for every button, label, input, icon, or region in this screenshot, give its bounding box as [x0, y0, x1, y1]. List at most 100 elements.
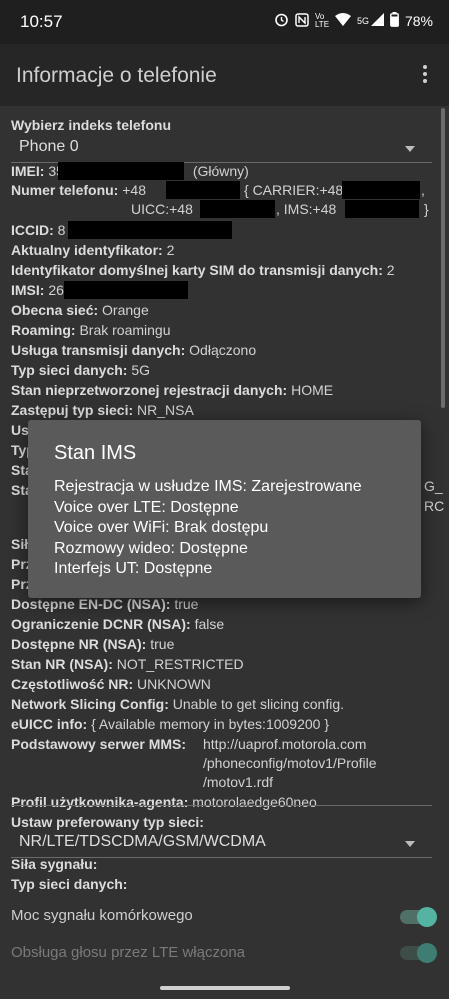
override-network-value: NR_NSA: [137, 402, 194, 418]
status-time: 10:57: [20, 12, 63, 31]
default-data-sim-value: 2: [386, 262, 395, 278]
current-network-row: Obecna sieć: Orange: [11, 302, 149, 318]
overflow-menu-icon[interactable]: [413, 62, 437, 90]
partial-row: Us: [11, 422, 29, 438]
dialog-title: Stan IMS: [54, 442, 137, 464]
phone-index-spinner[interactable]: Phone 0: [19, 138, 79, 156]
signal-strength-label: Siła sygnału:: [11, 856, 98, 872]
imei-suffix: (Główny): [192, 163, 249, 179]
page-title: Informacje o telefonie: [16, 64, 217, 87]
signal-power-toggle-label: Moc sygnału komórkowego: [11, 907, 193, 924]
nr-state-value: NOT_RESTRICTED: [116, 656, 244, 672]
mms-server-row: Podstawowy serwer MMS:: [11, 736, 186, 752]
roaming-row: Roaming: Brak roamingu: [11, 322, 171, 338]
data-service-value: Odłączono: [189, 342, 257, 358]
status-bar: 10:57 Vo LTE 5G 78%: [0, 0, 449, 44]
nfc-icon: [295, 12, 309, 30]
endc-row: Dostępne EN-DC (NSA): true: [11, 596, 198, 612]
redaction-bar: [345, 200, 419, 218]
nr-state-row: Stan NR (NSA): NOT_RESTRICTED: [11, 656, 244, 672]
active-id-row: Aktualny identyfikator: 2: [11, 242, 174, 258]
wifi-icon: [334, 13, 351, 29]
dialog-line: Interfejs UT: Dostępne: [54, 560, 213, 577]
nr-available-label: Dostępne NR (NSA):: [11, 636, 147, 652]
mms-server-label: Podstawowy serwer MMS:: [11, 736, 187, 752]
dialog-line: Voice over WiFi: Brak dostępu: [54, 519, 269, 536]
partial-right: G_: [424, 478, 443, 494]
iccid-row: ICCID: 8: [11, 222, 65, 238]
preferred-network-label: Ustaw preferowany typ sieci:: [11, 814, 204, 830]
nr-freq-value: UNKNOWN: [137, 676, 211, 692]
status-icons: Vo LTE 5G 78%: [274, 12, 433, 30]
ims-status-dialog: Stan IMS Rejestracja w usłudze IMS: Zare…: [28, 420, 421, 598]
volte-toggle[interactable]: [400, 943, 437, 963]
app-bar: Informacje o telefonie: [0, 44, 449, 106]
volte-icon: Vo LTE: [314, 12, 330, 29]
roaming-value: Brak roamingu: [79, 322, 171, 338]
user-agent-value: motorolaedge60neo: [192, 794, 317, 810]
phone-number-row: Numer telefonu: +48: [11, 182, 146, 198]
raw-data-reg-value: HOME: [291, 382, 334, 398]
redaction-bar: [58, 162, 184, 180]
network-slicing-row: Network Slicing Config: Unable to get sl…: [11, 696, 344, 712]
iccid-prefix: 8: [57, 222, 66, 238]
mms-server-line: /phoneconfig/motov1/Profile: [203, 755, 377, 771]
network-slicing-value: Unable to get slicing config.: [172, 696, 344, 712]
euicc-label: eUICC info:: [11, 716, 88, 732]
active-id-value: 2: [166, 242, 175, 258]
carrier-number-end: ,: [421, 182, 425, 198]
signal-power-toggle[interactable]: [400, 907, 437, 927]
imsi-row: IMSI: 26: [11, 282, 64, 298]
navigation-handle[interactable]: [160, 986, 290, 990]
dcnr-value: false: [194, 616, 225, 632]
redaction-bar: [342, 181, 420, 199]
data-network-type-row: Typ sieci danych: 5G: [11, 362, 150, 378]
euicc-value: { Available memory in bytes:1009200 }: [91, 716, 330, 732]
endc-label: Dostępne EN-DC (NSA):: [11, 596, 171, 612]
imsi-label: IMSI:: [11, 282, 45, 298]
dialog-line: Rozmowy wideo: Dostępne: [54, 540, 248, 557]
euicc-row: eUICC info: { Available memory in bytes:…: [11, 716, 329, 732]
data-type-label: Typ sieci danych:: [11, 876, 128, 892]
redaction-bar: [64, 281, 188, 299]
nr-available-value: true: [150, 636, 175, 652]
data-network-type-label: Typ sieci danych:: [11, 362, 128, 378]
network-slicing-label: Network Slicing Config:: [11, 696, 169, 712]
override-network-row: Zastępuj typ sieci: NR_NSA: [11, 402, 194, 418]
data-network-type-value: 5G: [131, 362, 151, 378]
user-agent-row: Profil użytkownika-agenta: motorolaedge6…: [11, 794, 317, 810]
current-network-label: Obecna sieć:: [11, 302, 99, 318]
chevron-down-icon[interactable]: [405, 146, 415, 152]
nr-freq-row: Częstotliwość NR: UNKNOWN: [11, 676, 211, 692]
nr-freq-label: Częstotliwość NR:: [11, 676, 134, 692]
dialog-line: Voice over LTE: Dostępne: [54, 499, 239, 516]
user-agent-label: Profil użytkownika-agenta:: [11, 794, 189, 810]
data-service-row: Usługa transmisji danych: Odłączono: [11, 342, 256, 358]
redaction-bar: [200, 200, 275, 218]
divider: [11, 805, 432, 806]
phone-index-label: Wybierz indeks telefonu: [11, 117, 171, 133]
preferred-network-spinner[interactable]: NR/LTE/TDSCDMA/GSM/WCDMA: [19, 833, 266, 851]
battery-level: 78%: [404, 13, 433, 29]
dcnr-label: Ograniczenie DCNR (NSA):: [11, 616, 191, 632]
network-type-label: 5G: [356, 16, 369, 26]
redaction-bar: [166, 181, 240, 199]
dcnr-row: Ograniczenie DCNR (NSA): false: [11, 616, 224, 632]
roaming-label: Roaming:: [11, 322, 76, 338]
raw-data-reg-row: Stan nieprzetworzonej rejestracji danych…: [11, 382, 333, 398]
ims-number: , IMS:+48: [276, 201, 337, 217]
nr-available-row: Dostępne NR (NSA): true: [11, 636, 174, 652]
iccid-label: ICCID:: [11, 222, 54, 238]
mms-server-line: http://uaprof.motorola.com: [203, 736, 367, 752]
phone-number-prefix: +48: [122, 182, 146, 198]
volte-toggle-label: Obsługa głosu przez LTE włączona: [11, 944, 246, 961]
raw-data-reg-label: Stan nieprzetworzonej rejestracji danych…: [11, 382, 288, 398]
battery-icon: [390, 12, 399, 30]
redaction-bar: [68, 221, 232, 239]
data-service-label: Usługa transmisji danych:: [11, 342, 186, 358]
active-id-label: Aktualny identyfikator:: [11, 242, 163, 258]
phone-number-end: }: [424, 201, 429, 217]
carrier-number: { CARRIER:+48: [244, 182, 344, 198]
chevron-down-icon[interactable]: [405, 841, 415, 847]
scrollbar[interactable]: [441, 108, 445, 408]
